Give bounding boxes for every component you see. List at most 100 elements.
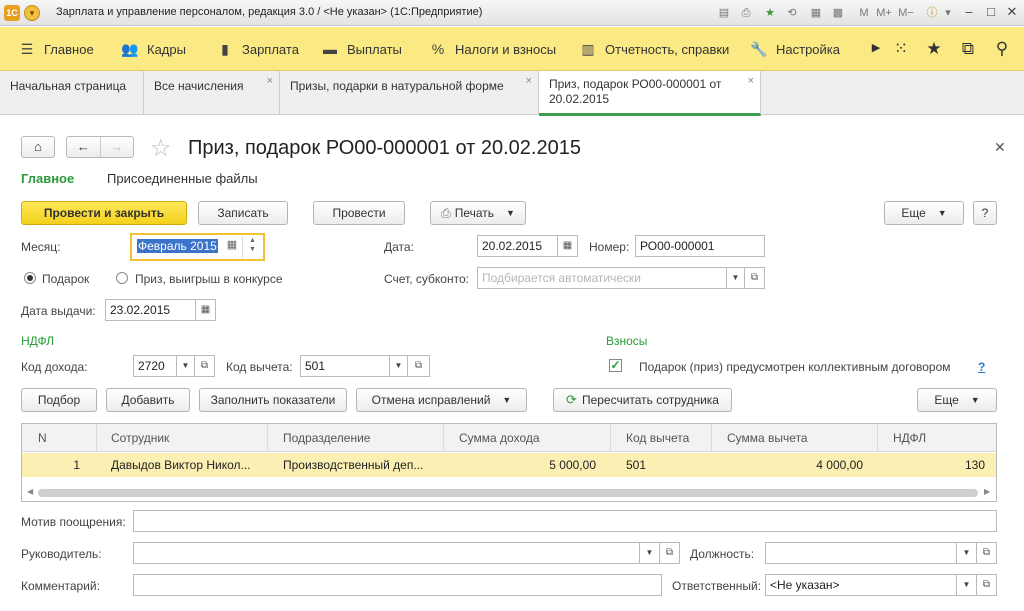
col-ndfl[interactable]: НДФЛ xyxy=(893,431,926,445)
minimize-button[interactable]: – xyxy=(958,3,980,21)
radio-gift[interactable] xyxy=(24,272,36,284)
col-n[interactable]: N xyxy=(38,431,47,445)
calculator-icon[interactable]: ▩ xyxy=(830,5,846,21)
post-button[interactable]: Провести xyxy=(313,201,405,225)
close-tab-icon[interactable]: × xyxy=(267,75,273,87)
radio-prize-label[interactable]: Приз, выигрыш в конкурсе xyxy=(135,272,283,286)
print-icon[interactable]: ⎙ xyxy=(738,5,754,21)
date-calendar-icon[interactable]: ▦ xyxy=(558,235,578,257)
income-code-dropdown-icon[interactable]: ▼ xyxy=(177,355,195,377)
responsible-dropdown-icon[interactable]: ▼ xyxy=(957,574,977,596)
month-spinner[interactable]: ▲ ▼ xyxy=(242,236,262,258)
contract-help-link[interactable]: ? xyxy=(978,360,985,374)
search-icon[interactable]: ⚲ xyxy=(992,39,1012,59)
info-icon[interactable]: ⓘ xyxy=(924,5,940,21)
manager-dropdown-icon[interactable]: ▼ xyxy=(640,542,660,564)
tab-all-accruals[interactable]: Все начисления × xyxy=(144,71,280,115)
position-open-icon[interactable]: ⧉ xyxy=(977,542,997,564)
section-attached-files[interactable]: Присоединенные файлы xyxy=(107,171,258,186)
recalculate-employee-button[interactable]: ⟳ Пересчитать сотрудника xyxy=(553,388,732,412)
close-tab-icon[interactable]: × xyxy=(526,75,532,87)
comment-input[interactable] xyxy=(133,574,662,596)
calendar-icon[interactable]: ▦ xyxy=(808,5,824,21)
month-label: Месяц: xyxy=(21,240,61,254)
close-tab-icon[interactable]: × xyxy=(748,75,754,87)
issue-date-calendar-icon[interactable]: ▦ xyxy=(196,299,216,321)
horizontal-scrollbar[interactable] xyxy=(38,489,978,497)
memory-mplus-icon[interactable]: M+ xyxy=(876,5,892,21)
collective-agreement-checkbox[interactable]: ✓ xyxy=(609,359,622,372)
more-button[interactable]: Еще ▼ xyxy=(884,201,964,225)
menu-item-hr[interactable]: 👥 Кадры xyxy=(121,40,186,58)
number-input[interactable]: РО00-000001 xyxy=(635,235,765,257)
position-input[interactable] xyxy=(765,542,957,564)
deduction-code-dropdown-icon[interactable]: ▼ xyxy=(390,355,408,377)
radio-gift-label[interactable]: Подарок xyxy=(42,272,89,286)
table-row[interactable]: 1 Давыдов Виктор Никол... Производственн… xyxy=(22,453,996,477)
col-deduction-sum[interactable]: Сумма вычета xyxy=(727,431,808,445)
responsible-open-icon[interactable]: ⧉ xyxy=(977,574,997,596)
scroll-left-icon[interactable]: ◀ xyxy=(27,487,33,496)
menu-item-settings[interactable]: 🔧 Настройка xyxy=(750,40,840,58)
responsible-input[interactable]: <Не указан> xyxy=(765,574,957,596)
income-code-open-icon[interactable]: ⧉ xyxy=(195,355,215,377)
menu-item-taxes[interactable]: % Налоги и взносы xyxy=(429,40,556,58)
menu-item-payments[interactable]: ▬ Выплаты xyxy=(321,40,402,58)
help-button[interactable]: ? xyxy=(973,201,997,225)
income-code-input[interactable]: 2720 xyxy=(133,355,177,377)
memory-m-icon[interactable]: M xyxy=(856,5,872,21)
menu-item-main[interactable]: ☰ Главное xyxy=(18,40,94,58)
month-calendar-icon[interactable]: ▦ xyxy=(224,238,240,256)
post-and-close-button[interactable]: Провести и закрыть xyxy=(21,201,187,225)
favorites-icon[interactable]: ★ xyxy=(762,5,778,21)
col-deduction-code[interactable]: Код вычета xyxy=(626,431,689,445)
memory-mminus-icon[interactable]: M− xyxy=(898,5,914,21)
date-input[interactable]: 20.02.2015 xyxy=(477,235,558,257)
menu-item-salary[interactable]: ▮ Зарплата xyxy=(216,40,299,58)
tab-prizes-list[interactable]: Призы, подарки в натуральной форме × xyxy=(280,71,539,115)
tab-home[interactable]: Начальная страница xyxy=(0,71,144,115)
col-department[interactable]: Подразделение xyxy=(283,431,370,445)
manager-input[interactable] xyxy=(133,542,640,564)
position-dropdown-icon[interactable]: ▼ xyxy=(957,542,977,564)
maximize-button[interactable]: □ xyxy=(980,3,1002,21)
issue-date-input[interactable]: 23.02.2015 xyxy=(105,299,196,321)
close-window-button[interactable]: ✕ xyxy=(1001,3,1023,21)
back-arrow-icon[interactable]: ← xyxy=(67,137,101,157)
col-employee[interactable]: Сотрудник xyxy=(111,431,169,445)
menu-item-reports[interactable]: ▥ Отчетность, справки xyxy=(579,40,729,58)
manager-open-icon[interactable]: ⧉ xyxy=(660,542,680,564)
deduction-code-input[interactable]: 501 xyxy=(300,355,390,377)
col-income-sum[interactable]: Сумма дохода xyxy=(459,431,540,445)
tab-current-document[interactable]: Приз, подарок РО00-000001 от 20.02.2015 × xyxy=(539,71,761,116)
menu-more-arrow-icon[interactable]: ▶ xyxy=(866,41,886,54)
account-open-icon[interactable]: ⧉ xyxy=(745,267,765,289)
scroll-right-icon[interactable]: ▶ xyxy=(984,487,990,496)
save-icon[interactable]: ▤ xyxy=(716,5,732,21)
table-more-button[interactable]: Еще ▼ xyxy=(917,388,997,412)
close-document-icon[interactable]: ✕ xyxy=(994,139,1006,156)
add-button[interactable]: Добавить xyxy=(106,388,190,412)
history-clock-icon[interactable]: ⧉ xyxy=(958,39,978,59)
collective-agreement-label[interactable]: Подарок (приз) предусмотрен коллективным… xyxy=(639,360,951,374)
deduction-code-open-icon[interactable]: ⧉ xyxy=(408,355,430,377)
print-button[interactable]: ⎙ Печать ▼ xyxy=(430,201,526,225)
select-button[interactable]: Подбор xyxy=(21,388,97,412)
info-dropdown-icon[interactable]: ▾ xyxy=(940,5,956,21)
motive-input[interactable] xyxy=(133,510,997,532)
account-input[interactable]: Подбирается автоматически xyxy=(477,267,727,289)
save-button[interactable]: Записать xyxy=(198,201,288,225)
cancel-corrections-button[interactable]: Отмена исправлений ▼ xyxy=(356,388,527,412)
app-menu-icon[interactable]: ▾ xyxy=(24,5,40,21)
radio-prize[interactable] xyxy=(116,272,128,284)
history-icon[interactable]: ⟲ xyxy=(784,5,800,21)
section-main[interactable]: Главное xyxy=(21,171,74,186)
favorite-star-icon[interactable]: ☆ xyxy=(150,134,172,163)
forward-arrow-icon[interactable]: → xyxy=(101,137,134,157)
fill-indicators-button[interactable]: Заполнить показатели xyxy=(199,388,347,412)
favorites-star-icon[interactable]: ★ xyxy=(924,39,944,59)
month-input[interactable]: Февраль 2015 xyxy=(134,236,222,258)
account-dropdown-icon[interactable]: ▼ xyxy=(727,267,745,289)
home-button[interactable]: ⌂ xyxy=(21,136,55,158)
apps-grid-icon[interactable]: ⁙ xyxy=(891,39,911,59)
